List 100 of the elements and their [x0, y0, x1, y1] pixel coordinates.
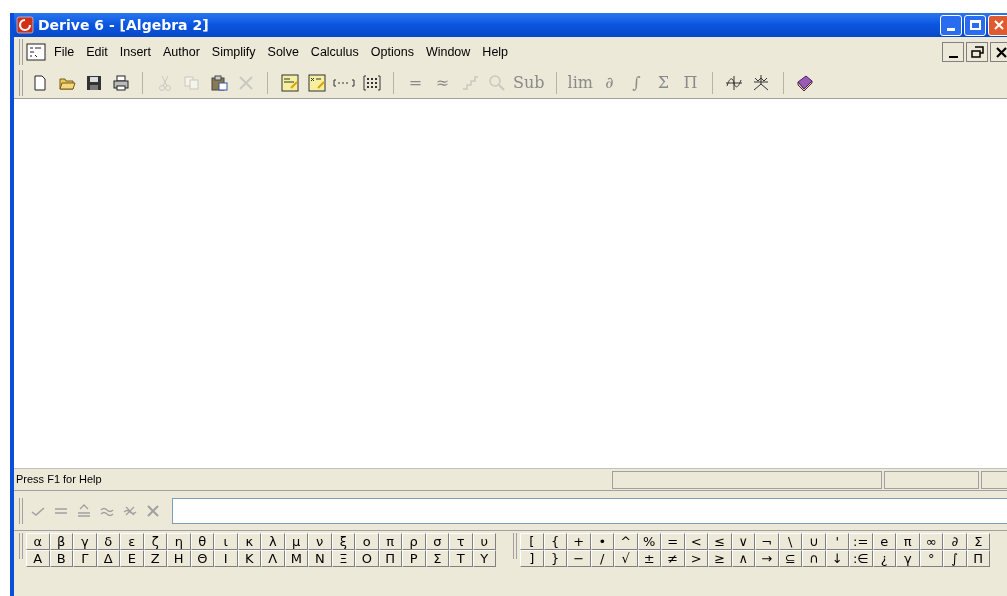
greek-symbol-button[interactable]: π — [378, 533, 402, 550]
math-symbol-button[interactable]: • — [590, 533, 614, 550]
math-symbol-button[interactable]: γ — [896, 550, 920, 567]
greek-symbol-button[interactable]: Ρ — [402, 550, 426, 567]
math-symbol-button[interactable]: ∪ — [802, 533, 826, 550]
math-symbol-button[interactable]: ¬ — [755, 533, 779, 550]
greek-symbol-button[interactable]: ξ — [331, 533, 355, 550]
greek-symbol-button[interactable]: Γ — [73, 550, 97, 567]
math-symbol-button[interactable]: ± — [637, 550, 661, 567]
greek-symbol-button[interactable]: λ — [261, 533, 285, 550]
minimize-document-button[interactable] — [942, 42, 964, 62]
greek-symbol-button[interactable]: Η — [167, 550, 191, 567]
greek-symbol-button[interactable]: Ο — [355, 550, 379, 567]
greek-symbol-button[interactable]: μ — [284, 533, 308, 550]
menu-item[interactable]: Options — [364, 42, 420, 62]
menu-item[interactable]: File — [48, 42, 81, 62]
greek-symbol-button[interactable]: ε — [120, 533, 144, 550]
math-symbol-button[interactable]: ' — [825, 533, 849, 550]
math-symbol-button[interactable]: ≥ — [708, 550, 732, 567]
math-symbol-button[interactable]: ≤ — [708, 533, 732, 550]
greek-symbol-button[interactable]: η — [167, 533, 191, 550]
greek-symbol-button[interactable]: Τ — [449, 550, 473, 567]
restore-document-button[interactable] — [966, 42, 988, 62]
math-symbol-button[interactable]: } — [543, 550, 567, 567]
math-symbol-button[interactable]: e — [872, 533, 896, 550]
greek-symbol-button[interactable]: γ — [73, 533, 97, 550]
close-document-button[interactable] — [990, 42, 1007, 62]
math-symbol-button[interactable]: Π — [966, 550, 990, 567]
math-symbol-button[interactable]: → — [755, 550, 779, 567]
greek-symbol-button[interactable]: Δ — [96, 550, 120, 567]
math-symbol-button[interactable]: / — [590, 550, 614, 567]
greek-symbol-button[interactable]: ζ — [143, 533, 167, 550]
greek-symbol-button[interactable]: ι — [214, 533, 238, 550]
menu-item[interactable]: Simplify — [205, 42, 262, 62]
math-symbol-button[interactable]: % — [637, 533, 661, 550]
math-symbol-button[interactable]: ∫ — [943, 550, 967, 567]
document-menu-icon[interactable] — [26, 43, 46, 61]
greek-symbol-button[interactable]: δ — [96, 533, 120, 550]
math-symbol-button[interactable]: Σ — [966, 533, 990, 550]
greek-symbol-button[interactable]: κ — [237, 533, 261, 550]
greek-symbol-button[interactable]: Υ — [472, 550, 496, 567]
math-symbol-button[interactable]: √ — [614, 550, 638, 567]
math-symbol-button[interactable]: + — [567, 533, 591, 550]
greek-symbol-button[interactable]: Σ — [425, 550, 449, 567]
menu-item[interactable]: Author — [156, 42, 206, 62]
math-symbol-button[interactable]: ∧ — [731, 550, 755, 567]
printer-icon — [111, 73, 130, 92]
menu-item[interactable]: Window — [419, 42, 477, 62]
greek-symbol-button[interactable]: Ι — [214, 550, 238, 567]
greek-symbol-button[interactable]: Α — [26, 550, 50, 567]
math-symbol-button[interactable]: ¿ — [872, 550, 896, 567]
math-symbol-button[interactable]: ^ — [614, 533, 638, 550]
greek-symbol-button[interactable]: Κ — [237, 550, 261, 567]
greek-symbol-button[interactable]: ρ — [402, 533, 426, 550]
greek-symbol-button[interactable]: ο — [355, 533, 379, 550]
math-symbol-button[interactable]: π — [896, 533, 920, 550]
greek-symbol-button[interactable]: ν — [308, 533, 332, 550]
math-symbol-button[interactable]: := — [849, 533, 873, 550]
math-symbol-button[interactable]: ° — [919, 550, 943, 567]
math-symbol-button[interactable]: { — [543, 533, 567, 550]
greek-symbol-button[interactable]: τ — [449, 533, 473, 550]
greek-symbol-button[interactable]: σ — [425, 533, 449, 550]
greek-symbol-button[interactable]: Μ — [284, 550, 308, 567]
close-button[interactable] — [988, 14, 1007, 36]
maximize-button[interactable] — [964, 14, 986, 36]
math-symbol-button[interactable]: :∈ — [849, 550, 873, 567]
math-symbol-button[interactable]: ] — [520, 550, 544, 567]
expression-input-field[interactable] — [172, 497, 1007, 524]
math-symbol-button[interactable]: ≠ — [661, 550, 685, 567]
math-symbol-button[interactable]: > — [684, 550, 708, 567]
math-symbol-button[interactable]: ↓ — [825, 550, 849, 567]
math-symbol-button[interactable]: ∩ — [802, 550, 826, 567]
math-symbol-button[interactable]: ⊆ — [778, 550, 802, 567]
math-symbol-button[interactable]: = — [661, 533, 685, 550]
menu-item[interactable]: Edit — [80, 42, 114, 62]
greek-symbol-button[interactable]: Ζ — [143, 550, 167, 567]
greek-symbol-button[interactable]: α — [26, 533, 50, 550]
menu-item[interactable]: Solve — [261, 42, 305, 62]
greek-symbol-button[interactable]: Ξ — [331, 550, 355, 567]
math-symbol-button[interactable]: [ — [520, 533, 544, 550]
math-symbol-button[interactable]: ∂ — [943, 533, 967, 550]
math-symbol-button[interactable]: \ — [778, 533, 802, 550]
menu-item[interactable]: Insert — [113, 42, 157, 62]
book-icon — [796, 73, 815, 92]
menu-item[interactable]: Help — [476, 42, 515, 62]
menu-item[interactable]: Calculus — [304, 42, 365, 62]
math-symbol-button[interactable]: − — [567, 550, 591, 567]
math-symbol-button[interactable]: ∞ — [919, 533, 943, 550]
greek-symbol-button[interactable]: Β — [49, 550, 73, 567]
greek-symbol-button[interactable]: θ — [190, 533, 214, 550]
math-symbol-button[interactable]: ∨ — [731, 533, 755, 550]
greek-symbol-button[interactable]: υ — [472, 533, 496, 550]
greek-symbol-button[interactable]: β — [49, 533, 73, 550]
minimize-button[interactable] — [940, 14, 962, 36]
greek-symbol-button[interactable]: Π — [378, 550, 402, 567]
greek-symbol-button[interactable]: Ν — [308, 550, 332, 567]
greek-symbol-button[interactable]: Λ — [261, 550, 285, 567]
greek-symbol-button[interactable]: Ε — [120, 550, 144, 567]
math-symbol-button[interactable]: < — [684, 533, 708, 550]
greek-symbol-button[interactable]: Θ — [190, 550, 214, 567]
